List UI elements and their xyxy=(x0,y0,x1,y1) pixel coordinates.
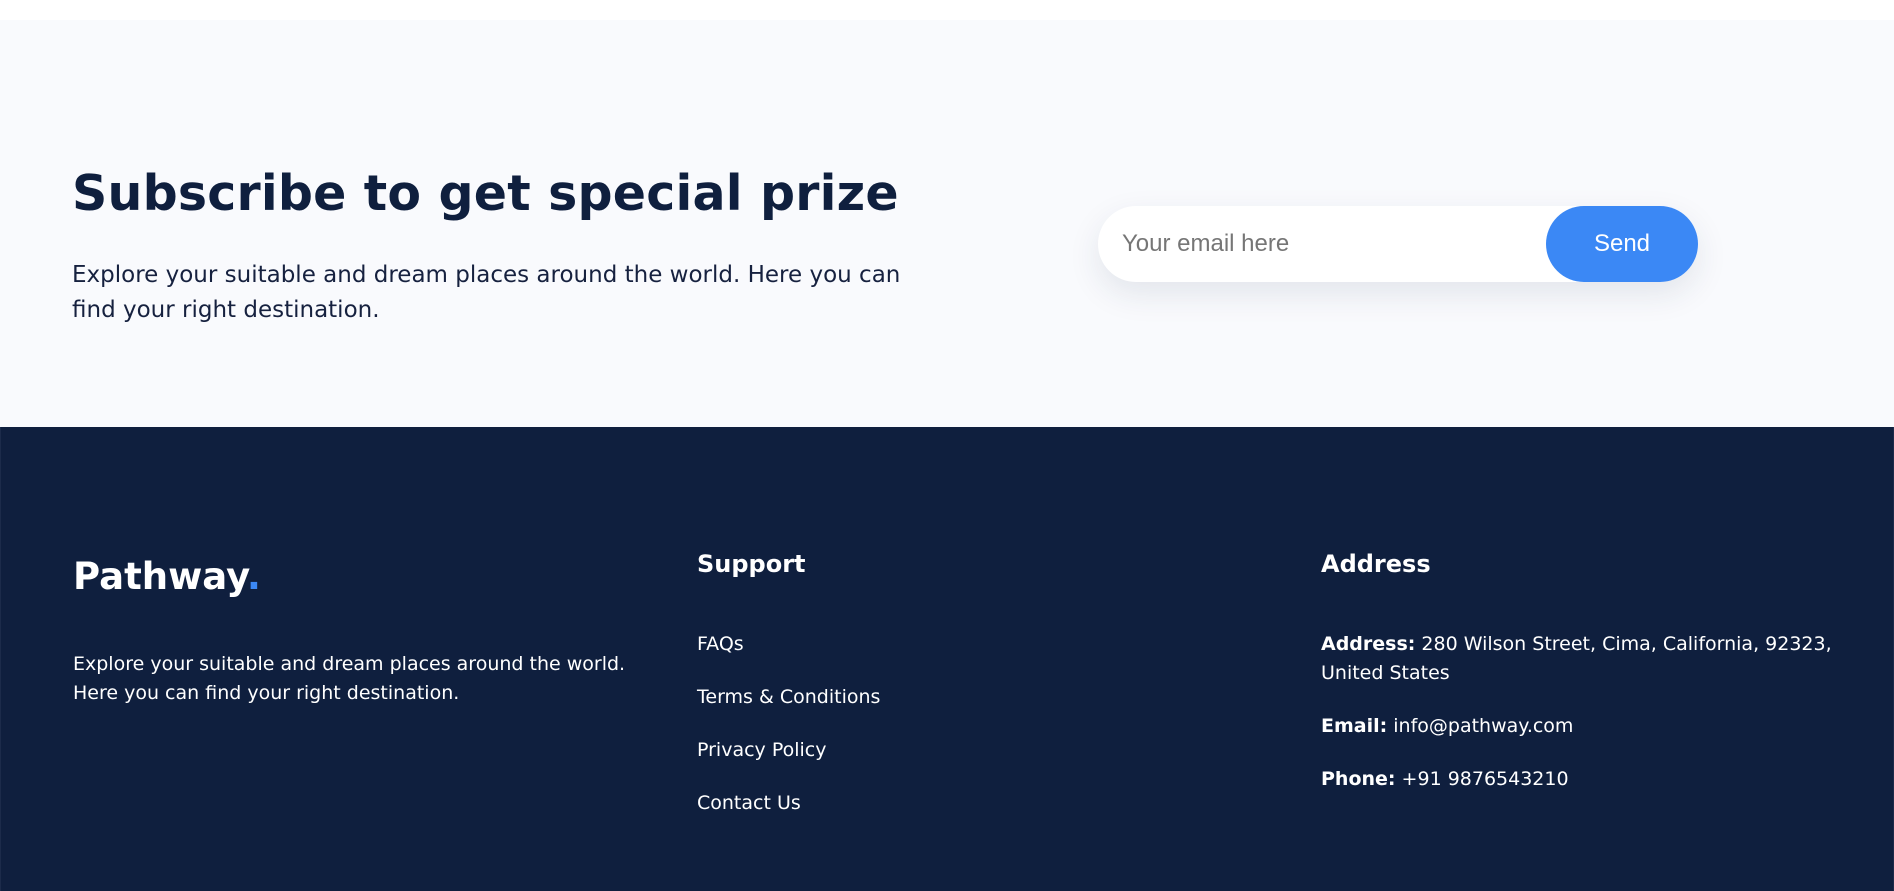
phone-row: Phone: +91 9876543210 xyxy=(1321,765,1841,794)
support-links: FAQs Terms & Conditions Privacy Policy C… xyxy=(697,630,880,842)
address-key: Address: xyxy=(1321,633,1416,655)
brand-name: Pathway xyxy=(73,555,247,598)
phone-key: Phone: xyxy=(1321,768,1396,790)
terms-conditions-link[interactable]: Terms & Conditions xyxy=(697,686,880,708)
footer: Pathway. Explore your suitable and dream… xyxy=(0,427,1894,891)
email-row: Email: info@pathway.com xyxy=(1321,712,1841,741)
subscribe-title: Subscribe to get special prize xyxy=(72,165,899,222)
email-value[interactable]: info@pathway.com xyxy=(1387,715,1573,737)
subscribe-section: Subscribe to get special prize Explore y… xyxy=(0,20,1894,427)
privacy-policy-link[interactable]: Privacy Policy xyxy=(697,739,826,761)
email-input[interactable] xyxy=(1098,206,1548,282)
phone-value[interactable]: +91 9876543210 xyxy=(1396,768,1569,790)
top-strip xyxy=(0,0,1894,20)
support-item-privacy: Privacy Policy xyxy=(697,736,880,789)
faqs-link[interactable]: FAQs xyxy=(697,633,744,655)
email-key: Email: xyxy=(1321,715,1388,737)
support-item-contact: Contact Us xyxy=(697,789,880,842)
subscribe-description: Explore your suitable and dream places a… xyxy=(72,262,901,323)
address-row: Address: 280 Wilson Street, Cima, Califo… xyxy=(1321,630,1841,688)
support-item-faqs: FAQs xyxy=(697,630,880,683)
address-heading: Address xyxy=(1321,550,1431,578)
contact-us-link[interactable]: Contact Us xyxy=(697,792,801,814)
brand-dot: . xyxy=(246,555,261,598)
support-heading: Support xyxy=(697,550,806,578)
support-item-terms: Terms & Conditions xyxy=(697,683,880,736)
address-details: Address: 280 Wilson Street, Cima, Califo… xyxy=(1321,630,1841,818)
brand-description: Explore your suitable and dream places a… xyxy=(73,653,626,704)
send-button[interactable]: Send xyxy=(1546,206,1698,282)
brand-logo[interactable]: Pathway. xyxy=(73,555,261,598)
email-subscribe-form: Send xyxy=(1098,206,1698,282)
